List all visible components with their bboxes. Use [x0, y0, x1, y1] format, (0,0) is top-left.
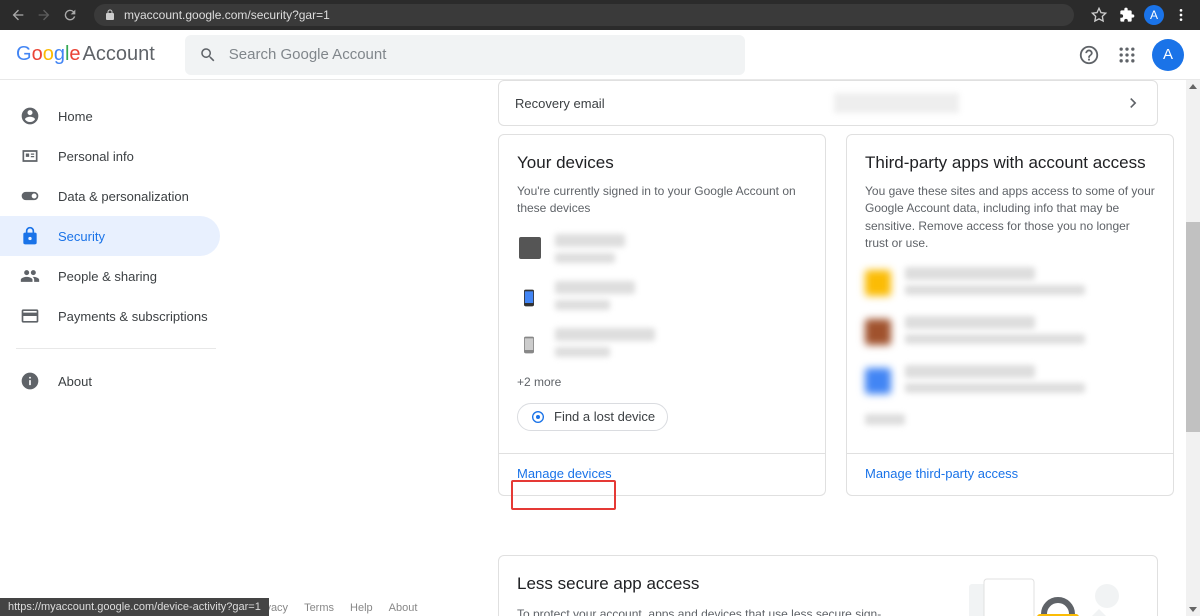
card-desc: You gave these sites and apps access to …	[865, 183, 1155, 253]
lock-icon	[104, 9, 116, 21]
device-phone-icon	[519, 331, 541, 353]
manage-devices-link[interactable]: Manage devices	[517, 466, 612, 481]
info-icon	[20, 371, 40, 391]
app-row[interactable]	[865, 365, 1155, 398]
sidebar-item-label: Security	[58, 229, 105, 244]
card-title: Third-party apps with account access	[865, 153, 1155, 173]
card-icon	[20, 306, 40, 326]
sidebar-item-home[interactable]: Home	[0, 96, 220, 136]
app-row[interactable]	[865, 267, 1155, 300]
device-row[interactable]	[517, 328, 807, 357]
apps-icon[interactable]	[1108, 36, 1146, 74]
google-account-logo[interactable]: Google Account	[16, 43, 155, 66]
device-row[interactable]	[517, 281, 807, 310]
sidebar-item-people-sharing[interactable]: People & sharing	[0, 256, 220, 296]
sidebar-item-label: About	[58, 374, 92, 389]
device-laptop-icon	[519, 237, 541, 259]
search-input[interactable]: Search Google Account	[185, 35, 745, 75]
chevron-right-icon	[1123, 93, 1143, 113]
sidebar-item-label: Home	[58, 109, 93, 124]
card-desc: To protect your account, apps and device…	[517, 606, 887, 616]
manage-third-party-link[interactable]: Manage third-party access	[865, 466, 1018, 481]
scroll-thumb[interactable]	[1186, 222, 1200, 432]
sidebar-item-about[interactable]: About	[0, 361, 220, 401]
lock-icon	[20, 226, 40, 246]
browser-avatar[interactable]: A	[1144, 5, 1164, 25]
address-bar[interactable]: myaccount.google.com/security?gar=1	[94, 4, 1074, 26]
url-text: myaccount.google.com/security?gar=1	[124, 8, 330, 22]
content: Recovery email Your devices You're curre…	[232, 80, 1200, 616]
device-phone-icon	[519, 284, 541, 306]
redacted-value	[834, 93, 959, 113]
sidebar-item-label: Data & personalization	[58, 189, 189, 204]
scrollbar[interactable]	[1186, 80, 1200, 616]
sidebar-item-data-personalization[interactable]: Data & personalization	[0, 176, 220, 216]
search-icon	[199, 46, 217, 64]
forward-icon[interactable]	[34, 5, 54, 25]
footer-link[interactable]: Terms	[304, 602, 334, 614]
menu-icon[interactable]	[1170, 4, 1192, 26]
manage-third-party-row: Manage third-party access	[846, 453, 1174, 496]
more-devices[interactable]: +2 more	[517, 375, 807, 389]
browser-chrome: myaccount.google.com/security?gar=1 A	[0, 0, 1200, 30]
find-device-chip[interactable]: Find a lost device	[517, 403, 668, 431]
third-party-card: Third-party apps with account access You…	[846, 134, 1174, 454]
less-secure-card: Less secure app access To protect your a…	[498, 555, 1158, 616]
scroll-down-icon[interactable]	[1189, 607, 1197, 612]
id-card-icon	[20, 146, 40, 166]
card-title: Less secure app access	[517, 574, 887, 594]
account-avatar[interactable]: A	[1152, 39, 1184, 71]
footer-link[interactable]: Help	[350, 602, 373, 614]
extensions-icon[interactable]	[1116, 4, 1138, 26]
card-title: Your devices	[517, 153, 807, 173]
sidebar-item-payments[interactable]: Payments & subscriptions	[0, 296, 220, 336]
padlock-illustration	[959, 574, 1139, 616]
recovery-email-row[interactable]: Recovery email	[498, 80, 1158, 126]
back-icon[interactable]	[8, 5, 28, 25]
divider	[16, 348, 216, 349]
device-row[interactable]	[517, 234, 807, 263]
scroll-up-icon[interactable]	[1189, 84, 1197, 89]
person-icon	[20, 106, 40, 126]
sidebar: Home Personal info Data & personalizatio…	[0, 80, 232, 616]
footer-links: Privacy Terms Help About	[252, 602, 417, 614]
page-header: Google Account Search Google Account A	[0, 30, 1200, 80]
target-icon	[530, 409, 546, 425]
search-placeholder: Search Google Account	[229, 46, 387, 63]
card-desc: You're currently signed in to your Googl…	[517, 183, 807, 218]
sidebar-item-personal-info[interactable]: Personal info	[0, 136, 220, 176]
manage-devices-link-row: Manage devices	[498, 453, 826, 496]
star-icon[interactable]	[1088, 4, 1110, 26]
footer-link[interactable]: About	[389, 602, 418, 614]
your-devices-card: Your devices You're currently signed in …	[498, 134, 826, 454]
sidebar-item-label: Personal info	[58, 149, 134, 164]
people-icon	[20, 266, 40, 286]
toggle-icon	[20, 186, 40, 206]
reload-icon[interactable]	[60, 5, 80, 25]
status-bar-url: https://myaccount.google.com/device-acti…	[0, 598, 269, 616]
help-icon[interactable]	[1070, 36, 1108, 74]
sidebar-item-label: People & sharing	[58, 269, 157, 284]
app-row[interactable]	[865, 316, 1155, 349]
sidebar-item-label: Payments & subscriptions	[58, 309, 208, 324]
sidebar-item-security[interactable]: Security	[0, 216, 220, 256]
recovery-label: Recovery email	[515, 96, 605, 111]
